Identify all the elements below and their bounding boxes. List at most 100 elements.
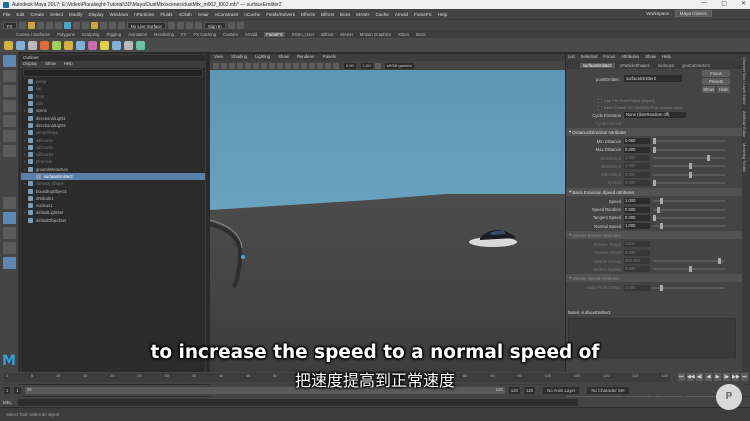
channel-box-tab[interactable]: Channel Box / Layer Editor (742, 54, 747, 108)
shelf-tool-icon[interactable] (4, 40, 13, 50)
tab-surfaceemitter2[interactable]: surfaceEmitter2 (580, 62, 615, 68)
minimize-button[interactable]: — (701, 0, 707, 7)
outliner-item[interactable]: + vdbcache (21, 136, 205, 143)
save-scene-icon[interactable] (36, 21, 44, 29)
open-scene-icon[interactable] (27, 21, 35, 29)
attribute-value-field[interactable]: 1.000 (624, 155, 650, 162)
attribute-value-field[interactable]: Cube (624, 241, 650, 248)
expand-toggle-icon[interactable]: + (21, 130, 28, 135)
shelf-tab-xgen[interactable]: XGen (398, 32, 409, 37)
ae-menu-attributes[interactable]: Attributes (621, 54, 639, 61)
attribute-value-field[interactable]: 0.500 (624, 266, 650, 273)
shelf-tool-icon[interactable] (28, 40, 37, 50)
menu-modify[interactable]: Modify (69, 12, 83, 17)
single-pane-layout-icon[interactable] (2, 197, 16, 209)
gamma-field[interactable]: 1.00 (360, 62, 373, 69)
outliner-item[interactable]: + camera_Shape (21, 180, 205, 187)
shelf-tool-icon[interactable] (100, 40, 109, 50)
ipr-render-icon[interactable] (176, 21, 184, 29)
attribute-slider[interactable] (653, 171, 725, 178)
menu-arnold[interactable]: Arnold (395, 12, 408, 17)
ae-menu-selected[interactable]: Selected (581, 54, 598, 61)
persp-outliner-layout-icon[interactable] (2, 227, 16, 239)
viewport-menu-shading[interactable]: Shading (231, 54, 247, 61)
use-per-point-rates-check[interactable]: Use Per-Point Rates (object) (566, 97, 742, 104)
menu-nparticles[interactable]: nParticles (134, 12, 154, 17)
ae-menu-show[interactable]: Show (645, 54, 656, 61)
section-volume-speed[interactable]: ▾ Volume Speed Attributes (566, 274, 742, 283)
expand-toggle-icon[interactable]: + (21, 138, 28, 143)
outliner-item[interactable]: top (21, 85, 205, 92)
need-parent-uv-check[interactable]: Need Parent UV (NURBS/Poly surface only) (566, 104, 742, 111)
expand-toggle-icon[interactable]: + (21, 152, 28, 157)
slider-handle[interactable] (653, 138, 656, 145)
shelf-tool-icon[interactable] (112, 40, 121, 50)
viewport-menu-show[interactable]: Show (278, 54, 289, 61)
ambient-occlusion-icon[interactable] (293, 62, 299, 69)
slider-handle[interactable] (707, 155, 710, 162)
shelf-tab-bifrost[interactable]: Bifrost (321, 32, 333, 37)
menu-cache[interactable]: Cache (376, 12, 389, 17)
attribute-slider[interactable] (653, 214, 725, 221)
outliner-item[interactable]: + vdbcache (21, 151, 205, 158)
outliner-item[interactable]: nucleus1 (21, 202, 205, 209)
attribute-value-field[interactable]: 1.000 (624, 223, 650, 230)
shelf-tool-icon[interactable] (64, 40, 73, 50)
shelf-tab-polygons[interactable]: Polygons (57, 32, 75, 37)
presets-button[interactable]: Presets (702, 78, 730, 85)
slider-handle[interactable] (717, 258, 721, 264)
shelf-tab-rendering[interactable]: Rendering (154, 32, 174, 37)
colorspace-dropdown[interactable]: sRGB gamma (384, 62, 414, 69)
channel-box-icon[interactable] (236, 21, 244, 29)
workspace-dropdown[interactable]: Maya Classic (674, 10, 712, 17)
slider-handle[interactable] (660, 198, 664, 205)
smooth-shade-icon[interactable] (261, 62, 267, 69)
outliner-item[interactable]: directionalLight1 (21, 114, 205, 121)
shelf-tab-curves-surfaces[interactable]: Curves / Surfaces (16, 32, 50, 37)
section-distance-direction[interactable]: ▾ Distance/Direction Attributes (566, 128, 742, 137)
menu-bifrost[interactable]: Bifrost (321, 12, 334, 17)
expand-toggle-icon[interactable]: + (21, 181, 28, 186)
snap-curve-icon[interactable] (99, 21, 107, 29)
slider-handle[interactable] (689, 266, 692, 273)
attribute-slider[interactable] (653, 179, 725, 186)
attribute-value-field[interactable]: 360.000 (624, 258, 650, 264)
grid-toggle-icon[interactable] (229, 62, 235, 69)
command-input[interactable] (18, 398, 578, 406)
snap-point-icon[interactable] (108, 21, 116, 29)
shelf-tab-fumefx[interactable]: FumeFX (264, 31, 285, 37)
shelf-tool-icon[interactable] (136, 40, 145, 50)
attribute-slider[interactable] (653, 223, 725, 230)
attribute-value-field[interactable]: 0.000 (624, 138, 650, 145)
tab-nucleus2[interactable]: nucleus2 (655, 63, 677, 68)
attribute-value-field[interactable]: 0.000 (624, 171, 650, 178)
shelf-tab-arnold[interactable]: Arnold (245, 32, 257, 37)
ae-menu-list[interactable]: List (568, 54, 575, 61)
menu-help[interactable]: Help (438, 12, 447, 17)
modeling-toolkit-tab[interactable]: Modeling Toolkit (742, 140, 747, 175)
attribute-slider[interactable] (653, 258, 725, 264)
shelf-tab-xgen-user[interactable]: XGen_User (292, 32, 314, 37)
slider-handle[interactable] (689, 163, 692, 170)
select-object-icon[interactable] (72, 21, 80, 29)
render-icon[interactable] (167, 21, 175, 29)
scale-tool-icon[interactable] (2, 130, 16, 142)
color-management-icon[interactable] (374, 62, 381, 69)
menu-edit[interactable]: Edit (16, 12, 24, 17)
lasso-tool-icon[interactable] (2, 70, 16, 82)
undo-icon[interactable] (45, 21, 53, 29)
viewport-menu-panels[interactable]: Panels (323, 54, 336, 61)
isolate-select-icon[interactable] (309, 62, 315, 69)
menu-effects[interactable]: Effects (301, 12, 315, 17)
attribute-slider[interactable] (653, 138, 725, 145)
menu-fluids[interactable]: Fluids (160, 12, 172, 17)
attribute-value-field[interactable]: 0.000 (624, 249, 650, 256)
expand-toggle-icon[interactable]: + (21, 159, 28, 164)
expand-toggle-icon[interactable]: + (21, 108, 28, 113)
viewport-menu-view[interactable]: View (214, 54, 223, 61)
outliner-item[interactable]: + defaultLightSet (21, 209, 205, 216)
node-name-field[interactable]: surfaceEmitter2 (624, 75, 682, 82)
wireframe-icon[interactable] (253, 62, 259, 69)
outliner-item[interactable]: persp (21, 78, 205, 85)
section-basic-emission-speed[interactable]: ▾ Basic Emission Speed Attributes (566, 188, 742, 197)
